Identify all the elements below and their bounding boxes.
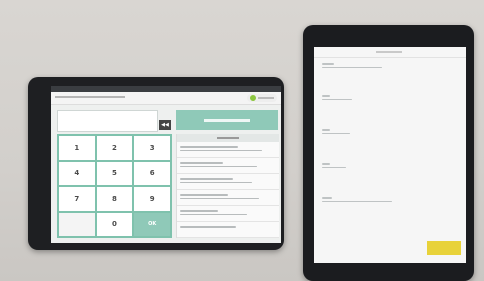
portrait-section-row — [322, 161, 362, 168]
keypad-key-7[interactable]: 7 — [59, 187, 95, 211]
portrait-section-row — [322, 61, 382, 68]
keypad-key-2[interactable]: 2 — [96, 136, 133, 160]
list-item[interactable] — [177, 222, 279, 238]
landscape-tablet-screen: ◀◀ 1 2 3 4 5 6 7 8 9 0 OK — [51, 86, 281, 243]
list-header — [177, 134, 279, 142]
app-header-title — [55, 94, 125, 98]
keypad-key-5[interactable]: 5 — [96, 161, 133, 185]
entries-list-panel — [176, 134, 279, 238]
list-item[interactable] — [177, 142, 279, 158]
list-item[interactable] — [177, 158, 279, 174]
keypad-key-blank — [59, 212, 95, 236]
clear-button[interactable]: ◀◀ — [159, 120, 171, 130]
status-badge — [247, 94, 277, 102]
keypad-key-6[interactable]: 6 — [134, 161, 170, 185]
portrait-tablet — [303, 25, 474, 281]
status-dot-icon — [250, 95, 256, 101]
numeric-keypad: 1 2 3 4 5 6 7 8 9 0 OK — [57, 134, 172, 238]
portrait-action-button[interactable] — [427, 241, 461, 255]
photo-scene: ◀◀ 1 2 3 4 5 6 7 8 9 0 OK — [0, 0, 484, 281]
portrait-tablet-screen — [314, 47, 466, 263]
keypad-key-9[interactable]: 9 — [134, 187, 170, 211]
list-item[interactable] — [177, 174, 279, 190]
keypad-key-ok[interactable]: OK — [134, 212, 170, 236]
app-header — [51, 92, 281, 105]
keypad-key-3[interactable]: 3 — [134, 136, 170, 160]
portrait-section-row — [322, 195, 392, 202]
landscape-tablet: ◀◀ 1 2 3 4 5 6 7 8 9 0 OK — [28, 77, 284, 250]
portrait-section-row — [322, 127, 362, 134]
list-item[interactable] — [177, 190, 279, 206]
portrait-section-row — [322, 93, 362, 100]
keypad-key-0[interactable]: 0 — [96, 212, 133, 236]
keypad-key-8[interactable]: 8 — [96, 187, 133, 211]
keypad-key-1[interactable]: 1 — [59, 136, 95, 160]
list-item[interactable] — [177, 206, 279, 222]
keypad-key-4[interactable]: 4 — [59, 161, 95, 185]
portrait-title — [376, 51, 402, 53]
code-input-field[interactable] — [57, 110, 158, 132]
primary-action-button[interactable] — [176, 110, 278, 130]
